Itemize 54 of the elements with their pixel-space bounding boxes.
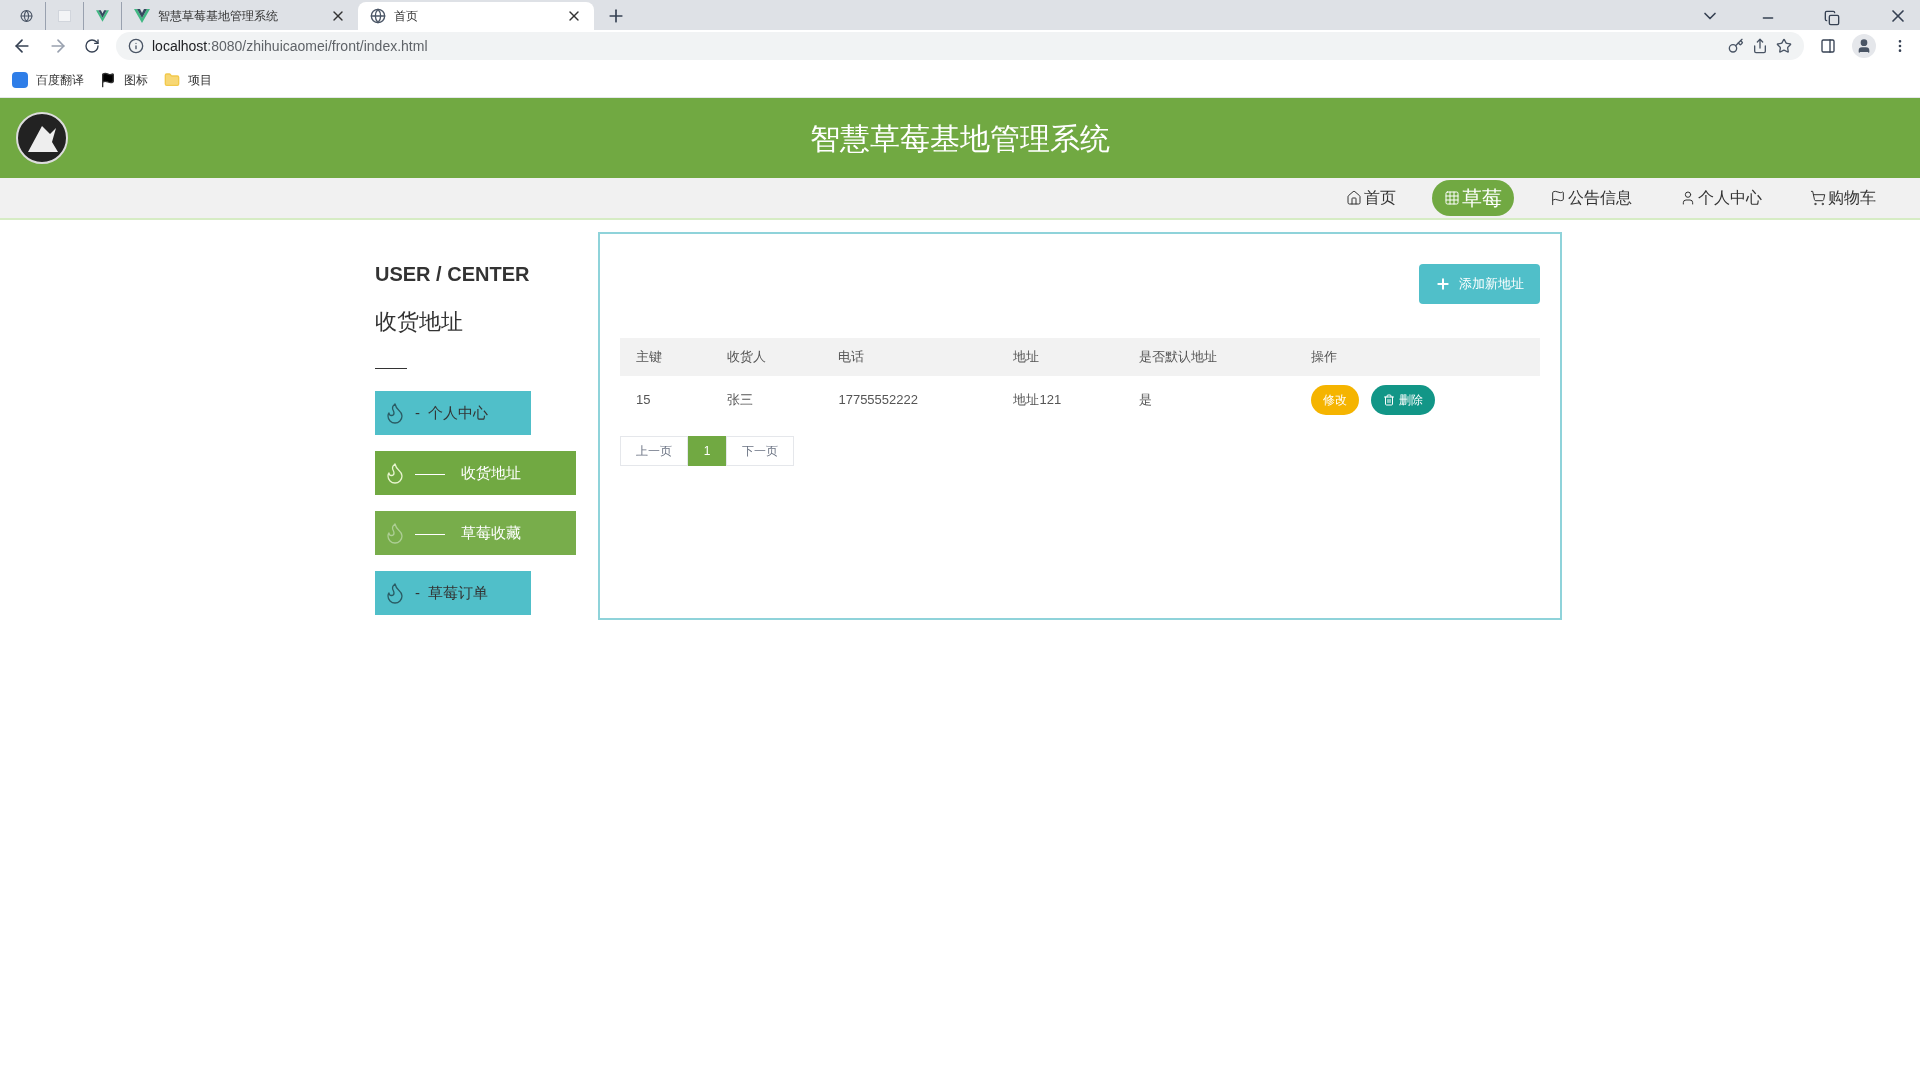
browser-tab[interactable]: 首页 (358, 2, 594, 30)
nav-item[interactable]: 个人中心 (1668, 180, 1774, 216)
nav-item[interactable]: 购物车 (1798, 180, 1888, 216)
delete-button[interactable]: 删除 (1371, 385, 1436, 415)
plus-icon (1435, 276, 1451, 292)
page-icon (58, 10, 71, 22)
column-header: 主键 (620, 338, 711, 376)
previous-page-button[interactable]: 上一页 (620, 436, 688, 466)
section-heading: USER / CENTER (375, 262, 531, 287)
flag-icon (100, 71, 116, 88)
site-title: 智慧草莓基地管理系统 (810, 120, 1110, 157)
info-icon (128, 38, 144, 54)
cart-icon (1810, 190, 1826, 206)
reload-icon[interactable] (84, 38, 100, 54)
table-cell: 15 (620, 376, 711, 424)
flag-icon (1550, 190, 1566, 206)
home-icon (1346, 190, 1362, 206)
globe-icon (370, 8, 386, 24)
user-icon (1680, 190, 1696, 206)
bookmark-star-icon[interactable] (1776, 38, 1792, 54)
column-header: 操作 (1295, 338, 1540, 376)
side-panel-icon[interactable] (1820, 38, 1836, 54)
column-header: 地址 (997, 338, 1123, 376)
trash-icon (1383, 394, 1396, 406)
sidebar-item[interactable]: - 草莓订单 (375, 571, 531, 615)
sidebar-item[interactable]: - 个人中心 (375, 391, 531, 435)
v-logo-icon (134, 9, 150, 23)
address-bar[interactable]: localhost:8080/zhihuicaomei/front/index.html (116, 32, 1804, 60)
folder-icon (164, 71, 180, 88)
browser-tab[interactable]: 智慧草莓基地管理系统 (122, 2, 358, 30)
table-cell: 是 (1122, 376, 1296, 424)
column-header: 电话 (822, 338, 998, 376)
globe-icon (20, 8, 33, 24)
table-cell: 17755552222 (822, 376, 998, 424)
nav-item[interactable]: 公告信息 (1538, 180, 1644, 216)
section-subtitle: 收货地址 (375, 308, 464, 336)
bookmark[interactable]: 图标 (100, 70, 148, 89)
share-icon[interactable] (1752, 38, 1768, 54)
next-page-button[interactable]: 下一页 (726, 436, 794, 466)
table-cell: 张三 (711, 376, 823, 424)
restore-icon[interactable] (1824, 10, 1840, 26)
url-text: localhost:8080/zhihuicaomei/front/index.html (152, 36, 428, 56)
nav-item[interactable]: 首页 (1334, 180, 1408, 216)
table-cell: 地址121 (997, 376, 1123, 424)
v-logo-icon (96, 9, 109, 23)
logo-icon (16, 112, 68, 164)
column-header: 是否默认地址 (1122, 338, 1296, 376)
bookmark[interactable]: 项目 (164, 70, 212, 89)
bookmark[interactable]: 百度翻译 (12, 70, 84, 89)
translate-icon (12, 71, 28, 88)
grid-icon (1444, 190, 1460, 206)
key-icon[interactable] (1728, 38, 1744, 54)
column-header: 收货人 (711, 338, 823, 376)
profile-icon[interactable] (1852, 34, 1876, 58)
